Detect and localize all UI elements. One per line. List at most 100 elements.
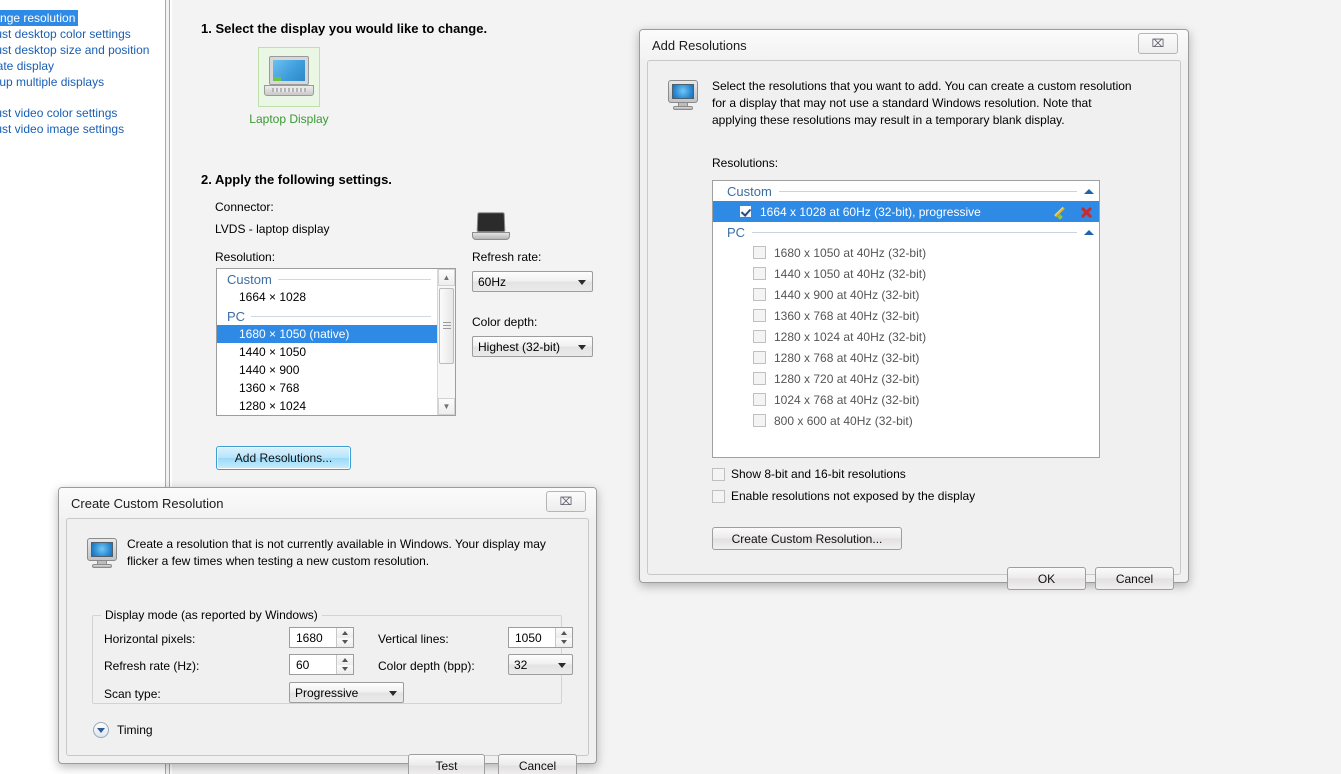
- screen: Change resolution Adjust desktop color s…: [0, 0, 1341, 774]
- ar-row[interactable]: 1680 x 1050 at 40Hz (32-bit): [713, 242, 1099, 263]
- enable-not-exposed-label: Enable resolutions not exposed by the di…: [731, 489, 976, 503]
- scrollbar-thumb[interactable]: [439, 288, 454, 364]
- sidebar-item-video-image-settings[interactable]: Adjust video image settings: [0, 122, 124, 136]
- connector-value: LVDS - laptop display: [215, 222, 330, 236]
- sidebar-item-video-color-settings[interactable]: Adjust video color settings: [0, 106, 117, 120]
- resolution-list[interactable]: Custom 1664 × 1028 PC 1680 × 1050 (nativ…: [217, 269, 437, 415]
- group-rule: [277, 279, 431, 280]
- chevron-up-icon[interactable]: [1084, 230, 1094, 235]
- ar-row-checkbox[interactable]: [753, 246, 766, 259]
- ar-row[interactable]: 1280 x 768 at 40Hz (32-bit): [713, 347, 1099, 368]
- stepper-down-icon[interactable]: [336, 664, 353, 674]
- enable-not-exposed-checkbox[interactable]: [712, 489, 725, 503]
- scan-type-combo[interactable]: Progressive: [289, 682, 404, 703]
- sidebar-item-multiple-displays[interactable]: Set up multiple displays: [0, 75, 104, 89]
- resolution-group-custom-label: Custom: [227, 272, 272, 287]
- test-button[interactable]: Test: [408, 754, 485, 774]
- ar-row-label: 1280 x 1024 at 40Hz (32-bit): [774, 329, 927, 344]
- ar-row[interactable]: 1280 x 720 at 40Hz (32-bit): [713, 368, 1099, 389]
- color-depth-bpp-combo[interactable]: 32: [508, 654, 573, 675]
- ar-row[interactable]: 1440 x 1050 at 40Hz (32-bit): [713, 263, 1099, 284]
- stepper-up-icon[interactable]: [336, 655, 353, 665]
- stepper-down-icon[interactable]: [336, 637, 353, 647]
- resolution-listbox[interactable]: Custom 1664 × 1028 PC 1680 × 1050 (nativ…: [216, 268, 456, 416]
- ar-group-custom[interactable]: Custom: [713, 181, 1099, 201]
- ar-row-checkbox[interactable]: [753, 393, 766, 406]
- display-thumbnail-label: Laptop Display: [249, 112, 329, 126]
- ar-row-checkbox[interactable]: [753, 330, 766, 343]
- show-8-16-bit-label: Show 8-bit and 16-bit resolutions: [731, 467, 906, 481]
- horizontal-pixels-label: Horizontal pixels:: [104, 632, 196, 646]
- cancel-button[interactable]: Cancel: [1095, 567, 1174, 590]
- scroll-up-icon[interactable]: ▲: [438, 269, 455, 286]
- resolution-item[interactable]: 1440 × 1050: [217, 343, 437, 361]
- delete-x-icon[interactable]: [1079, 205, 1093, 219]
- cancel-button[interactable]: Cancel: [498, 754, 577, 774]
- sidebar-item-change-resolution[interactable]: Change resolution: [0, 10, 79, 26]
- sidebar-item-desktop-color-settings[interactable]: Adjust desktop color settings: [0, 27, 131, 41]
- refresh-rate-stepper[interactable]: 60: [289, 654, 354, 675]
- ar-row[interactable]: 1360 x 768 at 40Hz (32-bit): [713, 305, 1099, 326]
- sidebar-item-rotate-display[interactable]: Rotate display: [0, 59, 54, 73]
- refresh-rate-label: Refresh rate:: [472, 250, 542, 264]
- ar-row-label: 800 x 600 at 40Hz (32-bit): [774, 413, 913, 428]
- display-thumbnail[interactable]: [258, 47, 320, 107]
- refresh-rate-combo[interactable]: 60Hz: [472, 271, 593, 292]
- close-icon[interactable]: ⌧: [1138, 33, 1178, 54]
- resolution-scrollbar[interactable]: ▲ ▼: [437, 269, 455, 415]
- timing-expander[interactable]: Timing: [93, 722, 153, 738]
- ar-row-label: 1360 x 768 at 40Hz (32-bit): [774, 308, 920, 323]
- close-icon[interactable]: ⌧: [546, 491, 586, 512]
- scan-type-label: Scan type:: [104, 687, 161, 701]
- ok-button[interactable]: OK: [1007, 567, 1086, 590]
- color-depth-combo[interactable]: Highest (32-bit): [472, 336, 593, 357]
- refresh-rate-value: 60Hz: [478, 274, 507, 289]
- ar-row[interactable]: 1280 x 1024 at 40Hz (32-bit): [713, 326, 1099, 347]
- stepper-up-icon[interactable]: [336, 628, 353, 638]
- dialog-description: Select the resolutions that you want to …: [712, 79, 1132, 127]
- ar-row[interactable]: 800 x 600 at 40Hz (32-bit): [713, 410, 1099, 431]
- ar-row-label: 1280 x 768 at 40Hz (32-bit): [774, 350, 920, 365]
- create-custom-resolution-button[interactable]: Create Custom Resolution...: [712, 527, 902, 550]
- scroll-down-icon[interactable]: ▼: [438, 398, 455, 415]
- scan-type-value: Progressive: [295, 685, 359, 700]
- vertical-lines-stepper[interactable]: 1050: [508, 627, 573, 648]
- edit-pencil-icon[interactable]: [1057, 205, 1071, 219]
- sidebar-item-desktop-size-position[interactable]: Adjust desktop size and position: [0, 43, 149, 57]
- group-rule: [778, 191, 1077, 192]
- vertical-lines-value: 1050: [515, 630, 542, 645]
- color-depth-value: Highest (32-bit): [478, 339, 561, 354]
- dialog-title: Create Custom Resolution: [71, 495, 224, 511]
- ar-row-checkbox[interactable]: [753, 414, 766, 427]
- ar-row-checkbox[interactable]: [753, 288, 766, 301]
- ar-row[interactable]: 1440 x 900 at 40Hz (32-bit): [713, 284, 1099, 305]
- timing-label: Timing: [117, 723, 153, 737]
- ar-row-checkbox[interactable]: [753, 267, 766, 280]
- resolution-item-selected[interactable]: 1680 × 1050 (native): [217, 325, 437, 343]
- ar-row[interactable]: 1024 x 768 at 40Hz (32-bit): [713, 389, 1099, 410]
- stepper-up-icon[interactable]: [555, 628, 572, 638]
- stepper-buttons[interactable]: [555, 628, 572, 647]
- enable-not-exposed-row[interactable]: Enable resolutions not exposed by the di…: [712, 489, 975, 503]
- add-resolutions-listbox[interactable]: Custom 1664 x 1028 at 60Hz (32-bit), pro…: [712, 180, 1100, 458]
- stepper-down-icon[interactable]: [555, 637, 572, 647]
- chevron-down-circle-icon[interactable]: [93, 722, 109, 738]
- ar-row-checkbox[interactable]: [753, 309, 766, 322]
- resolution-item[interactable]: 1440 × 900: [217, 361, 437, 379]
- chevron-up-icon[interactable]: [1084, 189, 1094, 194]
- ar-row-checkbox[interactable]: [753, 372, 766, 385]
- resolution-item[interactable]: 1360 × 768: [217, 379, 437, 397]
- stepper-buttons[interactable]: [336, 655, 353, 674]
- resolution-item[interactable]: 1664 × 1028: [217, 288, 437, 306]
- ar-row-checkbox[interactable]: [753, 351, 766, 364]
- ar-row-custom-selected[interactable]: 1664 x 1028 at 60Hz (32-bit), progressiv…: [713, 201, 1099, 222]
- horizontal-pixels-stepper[interactable]: 1680: [289, 627, 354, 648]
- add-resolutions-button[interactable]: Add Resolutions...: [216, 446, 351, 470]
- ar-group-pc[interactable]: PC: [713, 222, 1099, 242]
- show-8-16-bit-row[interactable]: Show 8-bit and 16-bit resolutions: [712, 467, 906, 481]
- stepper-buttons[interactable]: [336, 628, 353, 647]
- resolution-item[interactable]: 1280 × 1024: [217, 397, 437, 415]
- resolution-group-custom: Custom: [217, 269, 437, 288]
- show-8-16-bit-checkbox[interactable]: [712, 467, 725, 481]
- ar-row-checkbox[interactable]: [739, 205, 752, 218]
